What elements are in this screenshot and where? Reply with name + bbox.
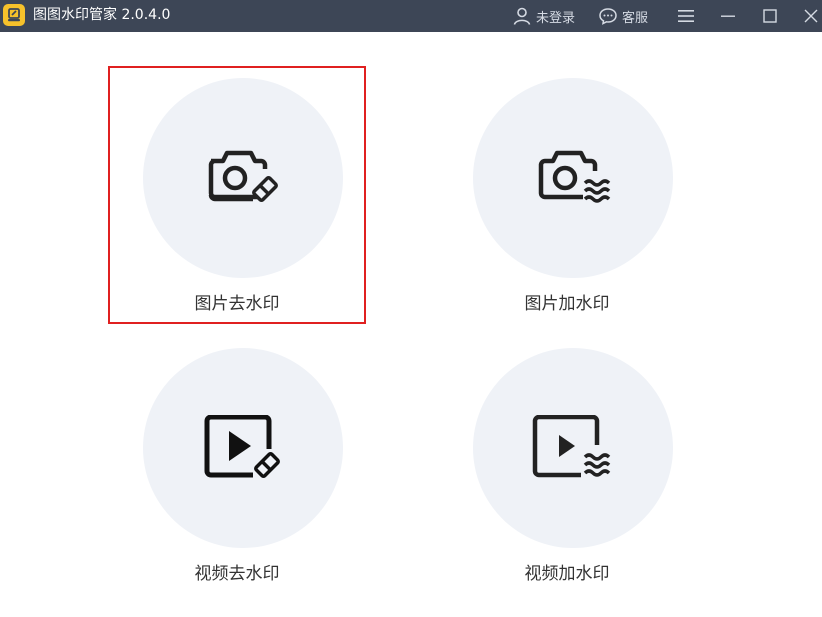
- close-icon: [804, 9, 818, 23]
- video-eraser-icon: [204, 415, 280, 478]
- login-label: 未登录: [536, 10, 576, 26]
- feature-card-image-add-watermark[interactable]: 图片加水印: [438, 66, 696, 324]
- video-watermark-icon: [532, 415, 611, 478]
- stamp-logo-icon: [3, 4, 25, 26]
- title-bar: 图图水印管家 2.0.4.0 未登录 客服: [0, 0, 822, 32]
- close-button[interactable]: [797, 0, 822, 32]
- service-label: 客服: [622, 10, 649, 26]
- camera-eraser-icon: [208, 150, 278, 202]
- maximize-button[interactable]: [756, 0, 784, 32]
- feature-card-video-add-watermark[interactable]: 视频加水印: [438, 336, 696, 594]
- hamburger-menu-icon: [678, 10, 694, 22]
- feature-card-image-remove-watermark[interactable]: 图片去水印: [108, 66, 366, 324]
- feature-label: 视频加水印: [524, 564, 610, 584]
- app-title: 图图水印管家 2.0.4.0: [33, 7, 171, 23]
- feature-label: 图片去水印: [194, 294, 280, 314]
- menu-button[interactable]: [672, 0, 700, 32]
- feature-label: 图片加水印: [524, 294, 610, 314]
- feature-icon-circle: [473, 78, 673, 278]
- minimize-button[interactable]: [714, 0, 742, 32]
- user-icon: [513, 7, 531, 25]
- camera-watermark-icon: [538, 150, 611, 203]
- feature-icon-circle: [143, 78, 343, 278]
- feature-icon-circle: [143, 348, 343, 548]
- chat-bubble-icon: [599, 8, 617, 25]
- maximize-icon: [763, 9, 777, 23]
- feature-card-video-remove-watermark[interactable]: 视频去水印: [108, 336, 366, 594]
- minimize-icon: [721, 15, 735, 17]
- login-button[interactable]: 未登录: [512, 6, 575, 26]
- feature-label: 视频去水印: [194, 564, 280, 584]
- feature-icon-circle: [473, 348, 673, 548]
- customer-service-button[interactable]: 客服: [598, 6, 648, 26]
